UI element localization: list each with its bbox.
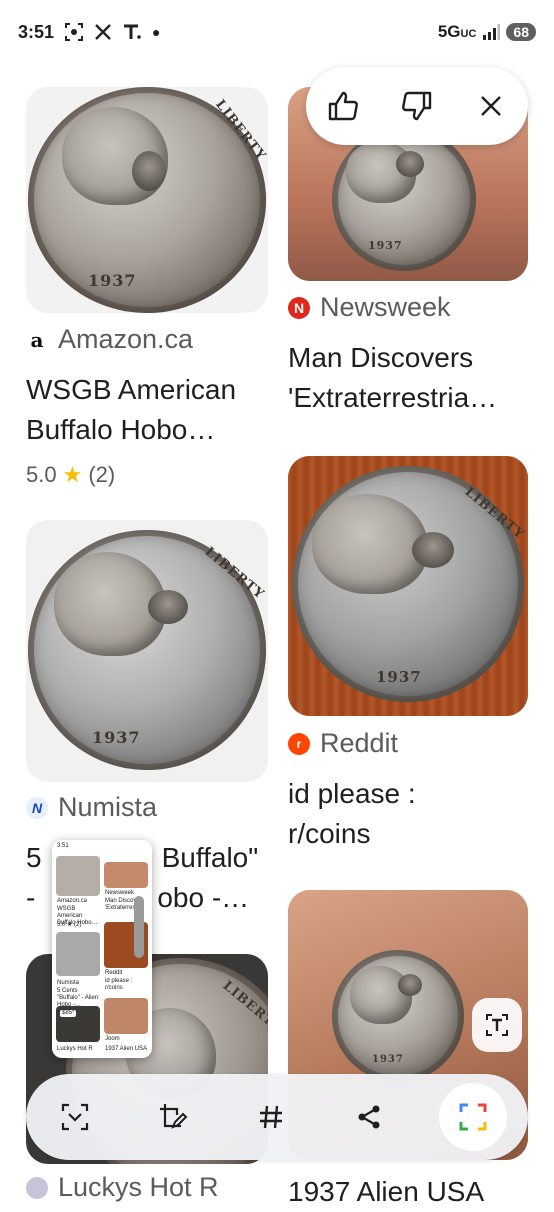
feedback-pill (306, 67, 528, 145)
network-type: 5GUC (437, 22, 477, 41)
title-line: Man Discovers (288, 342, 474, 373)
thumbs-down-button[interactable] (395, 84, 439, 128)
source-label: Newsweek (320, 292, 451, 322)
coin-liberty-text: LIBERTY (212, 97, 268, 164)
mini-thumb (56, 932, 100, 976)
text-select-icon (486, 1014, 508, 1036)
clock: 3:51 (18, 21, 55, 42)
title-line: Buffalo Hobo… (26, 414, 216, 445)
x-icon (95, 24, 111, 40)
thumbs-up-button[interactable] (321, 84, 365, 128)
coin-image: LIBERTY 1937 (28, 87, 268, 313)
close-button[interactable] (469, 84, 513, 128)
title-line: r/coins (288, 818, 371, 849)
thumbs-down-icon (402, 91, 432, 121)
hashtag-icon (260, 1105, 282, 1129)
coin-year-text: 1937 (376, 668, 422, 686)
hashtag-button[interactable] (243, 1089, 299, 1145)
result-title-amazon[interactable]: WSGB American Buffalo Hobo… (26, 370, 286, 450)
battery-indicator: 68 (506, 23, 536, 41)
result-image-reddit[interactable]: LIBERTY 1937 (288, 456, 528, 716)
coin-image: LIBERTY 1937 (292, 466, 527, 702)
result-title-reddit[interactable]: id please : r/coins (288, 774, 542, 854)
alien-eye-shape (396, 151, 424, 177)
mini-source: Numista (57, 980, 80, 986)
source-label: Luckys Hot R (58, 1172, 219, 1202)
bottom-action-bar (26, 1074, 528, 1160)
edit-image-button[interactable] (145, 1089, 201, 1145)
screenshot-icon (65, 23, 84, 41)
title-line: 1937 Alien USA (288, 1176, 485, 1207)
mini-source: Reddit (105, 970, 123, 976)
source-luckys[interactable]: Luckys Hot R (26, 1172, 219, 1203)
mini-title: id please : r/coins (105, 978, 133, 991)
alien-eye-shape (148, 590, 188, 624)
newsweek-icon: N (288, 296, 310, 319)
coin-year-text: 1937 (88, 271, 137, 290)
t-icon (124, 24, 141, 39)
luckys-icon (26, 1176, 48, 1199)
scan-icon (61, 1103, 89, 1131)
scan-button[interactable] (47, 1089, 103, 1145)
title-line: WSGB American (26, 374, 237, 405)
result-image-numista[interactable]: LIBERTY 1937 (26, 520, 268, 782)
result-title-newsweek[interactable]: Man Discovers 'Extraterrestria… (288, 338, 542, 418)
title-line: id please : (288, 778, 416, 809)
mini-rating: 5.0 ★ (2) (57, 922, 82, 928)
mini-source: Newsweek (105, 890, 135, 896)
mini-thumb (56, 856, 100, 896)
edit-image-icon (160, 1104, 188, 1129)
mini-source: Joom (105, 1036, 120, 1042)
rating-value: 5.0 (26, 462, 57, 487)
mini-title: 1937 Alien USA (105, 1046, 148, 1052)
coin-liberty-text: LIBERTY (201, 544, 267, 603)
close-icon (481, 96, 501, 116)
mini-time: 3:51 (57, 843, 69, 849)
result-title-alien-usa[interactable]: 1937 Alien USA (288, 1172, 542, 1212)
mini-source: Amazon.ca (57, 898, 88, 904)
status-bar: 3:51 ● 5GUC 68 (0, 0, 554, 64)
source-amazon[interactable]: a Amazon.ca (26, 324, 193, 355)
lens-button[interactable] (439, 1083, 507, 1151)
result-image-amazon[interactable]: LIBERTY 1937 (26, 87, 268, 313)
share-button[interactable] (341, 1089, 397, 1145)
share-icon (358, 1105, 380, 1129)
mini-thumb (104, 998, 148, 1034)
source-numista[interactable]: N Numista (26, 792, 157, 823)
alien-eye-shape (132, 151, 166, 191)
rating: 5.0 ★ (2) (26, 462, 115, 488)
alien-head-shape (312, 494, 428, 594)
mini-thumb (104, 862, 148, 888)
thumbs-up-icon (328, 91, 358, 121)
dot-icon: ● (152, 24, 161, 40)
select-text-button[interactable] (472, 998, 522, 1052)
coin-image: LIBERTY 1937 (28, 530, 267, 770)
source-label: Numista (58, 792, 158, 822)
coin-year-text: 1937 (92, 728, 141, 747)
amazon-icon: a (26, 328, 48, 352)
reddit-icon: r (288, 732, 310, 755)
coin-year-text: 1937 (368, 239, 403, 252)
mini-price: $85* (60, 1010, 77, 1017)
title-line: 'Extraterrestria… (288, 382, 498, 413)
coin-liberty-text: LIBERTY (219, 978, 268, 1037)
lens-icon (459, 1103, 487, 1131)
coin-image: 1937 (332, 127, 476, 271)
mini-source: Luckys Hot R (57, 1046, 93, 1052)
coin-year-text: 1937 (372, 1054, 404, 1065)
review-count: (2) (88, 462, 116, 487)
star-icon: ★ (62, 462, 83, 487)
source-label: Amazon.ca (58, 324, 194, 354)
preview-drag-handle[interactable] (134, 896, 144, 958)
alien-eye-shape (398, 974, 422, 996)
source-label: Reddit (320, 728, 399, 758)
source-newsweek[interactable]: N Newsweek (288, 292, 451, 323)
signal-icon (483, 24, 501, 40)
alien-eye-shape (412, 532, 454, 568)
coin-image: 1937 (332, 950, 464, 1082)
source-reddit[interactable]: r Reddit (288, 728, 398, 759)
numista-icon: N (26, 796, 48, 819)
